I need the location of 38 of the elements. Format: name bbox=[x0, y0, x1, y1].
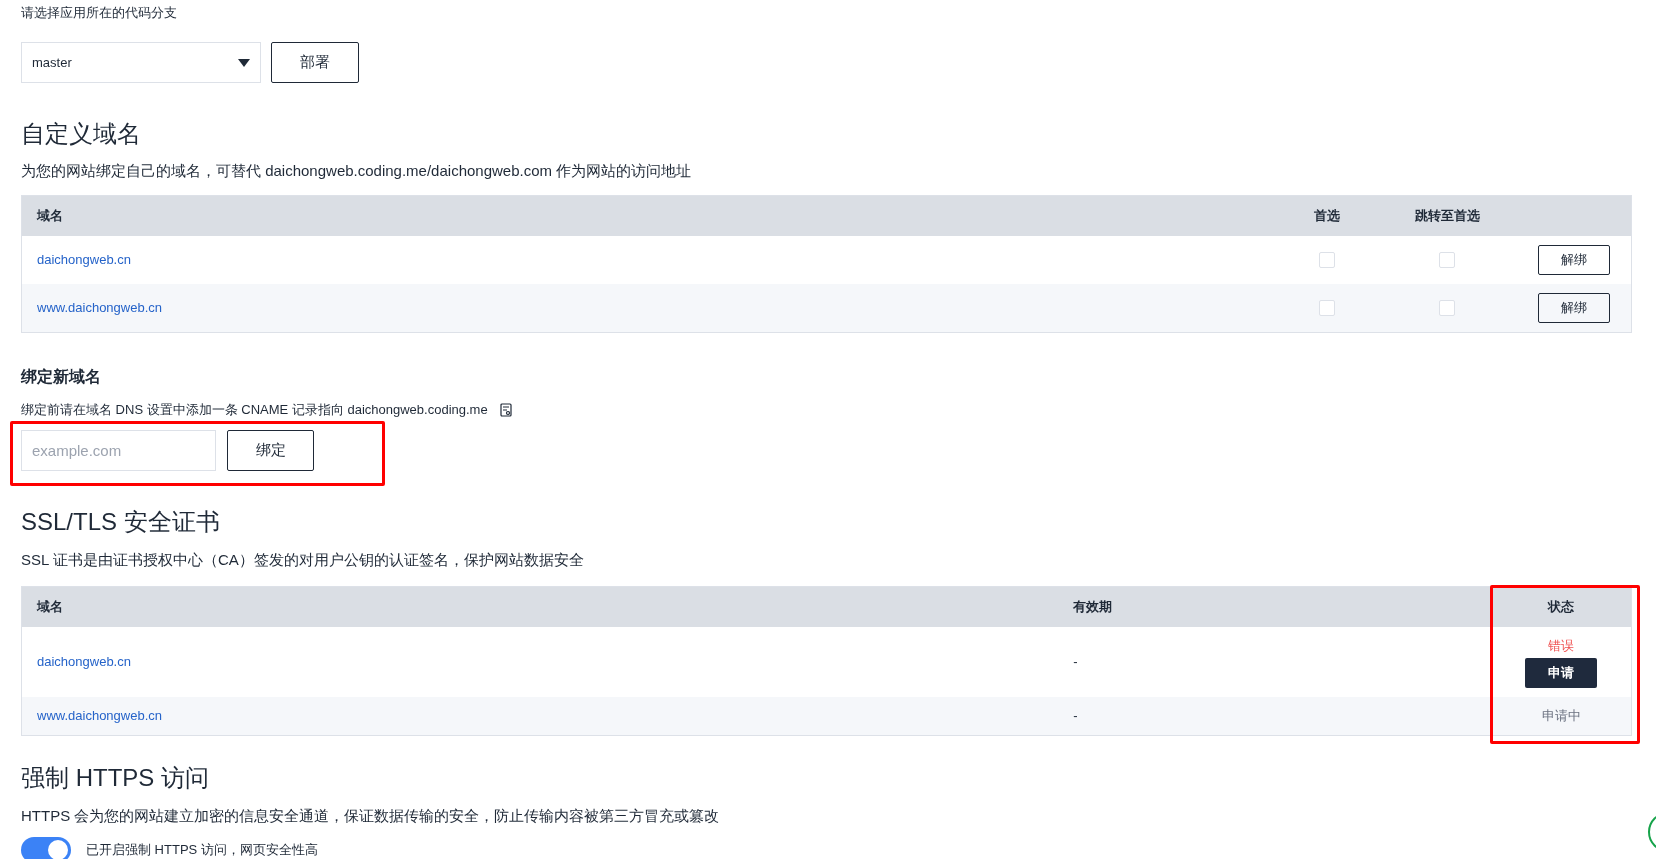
field-label: 请选择应用所在的代码分支 bbox=[21, 4, 178, 21]
checkbox[interactable] bbox=[1319, 300, 1335, 316]
bind-button[interactable]: 绑定 bbox=[227, 430, 314, 471]
apply-button[interactable]: 申请 bbox=[1525, 657, 1598, 688]
column-header: 跳转至首选 bbox=[1413, 207, 1481, 226]
section-heading: 强制 HTTPS 访问 bbox=[21, 763, 210, 793]
section-heading: 自定义域名 bbox=[21, 119, 142, 149]
checkbox[interactable] bbox=[1319, 252, 1335, 268]
toggle-switch[interactable] bbox=[21, 837, 71, 859]
unbind-button[interactable]: 解绑 bbox=[1538, 293, 1610, 323]
toggle-label: 已开启强制 HTTPS 访问，网页安全性高 bbox=[86, 841, 318, 859]
deploy-button[interactable]: 部署 bbox=[271, 42, 359, 83]
column-header: 有效期 bbox=[1073, 598, 1114, 617]
unbind-button[interactable]: 解绑 bbox=[1538, 245, 1610, 275]
section-description: SSL 证书是由证书授权中心（CA）签发的对用户公钥的认证签名，保护网站数据安全 bbox=[21, 550, 585, 570]
subsection-heading: 绑定新域名 bbox=[21, 367, 102, 387]
copy-icon[interactable] bbox=[499, 402, 512, 417]
caret-icon bbox=[238, 58, 250, 67]
section-description: 为您的网站绑定自己的域名，可替代 daichongweb.coding.me/daichongweb.com 作为网站的访问地址 bbox=[21, 161, 693, 181]
status-text: 错误 bbox=[1548, 637, 1575, 656]
column-header: 首选 bbox=[1313, 207, 1341, 226]
domain-input[interactable]: example.com bbox=[21, 430, 216, 471]
checkbox[interactable] bbox=[1439, 300, 1455, 316]
domain-link[interactable]: www.daichongweb.cn bbox=[22, 706, 1074, 726]
section-heading: SSL/TLS 安全证书 bbox=[21, 507, 221, 537]
section-description: HTTPS 会为您的网站建立加密的信息安全通道，保证数据传输的安全，防止传输内容被第三方冒充或篡改 bbox=[21, 806, 721, 826]
branch-select[interactable]: master bbox=[21, 42, 261, 83]
cname-note: 绑定前请在域名 DNS 设置中添加一条 CNAME 记录指向 daichongweb.coding.me bbox=[21, 401, 488, 418]
checkbox[interactable] bbox=[1439, 252, 1455, 268]
column-header: 域名 bbox=[35, 598, 64, 617]
domain-link[interactable]: daichongweb.cn bbox=[22, 250, 1272, 270]
column-header: 域名 bbox=[35, 207, 64, 226]
status-text: 申请中 bbox=[1541, 707, 1581, 726]
validity-cell-text: - bbox=[1073, 707, 1079, 726]
validity-cell-text: - bbox=[1073, 653, 1079, 672]
domain-link[interactable]: daichongweb.cn bbox=[22, 652, 1074, 672]
column-header: 状态 bbox=[1546, 598, 1576, 617]
domain-link[interactable]: www.daichongweb.cn bbox=[22, 298, 1272, 318]
